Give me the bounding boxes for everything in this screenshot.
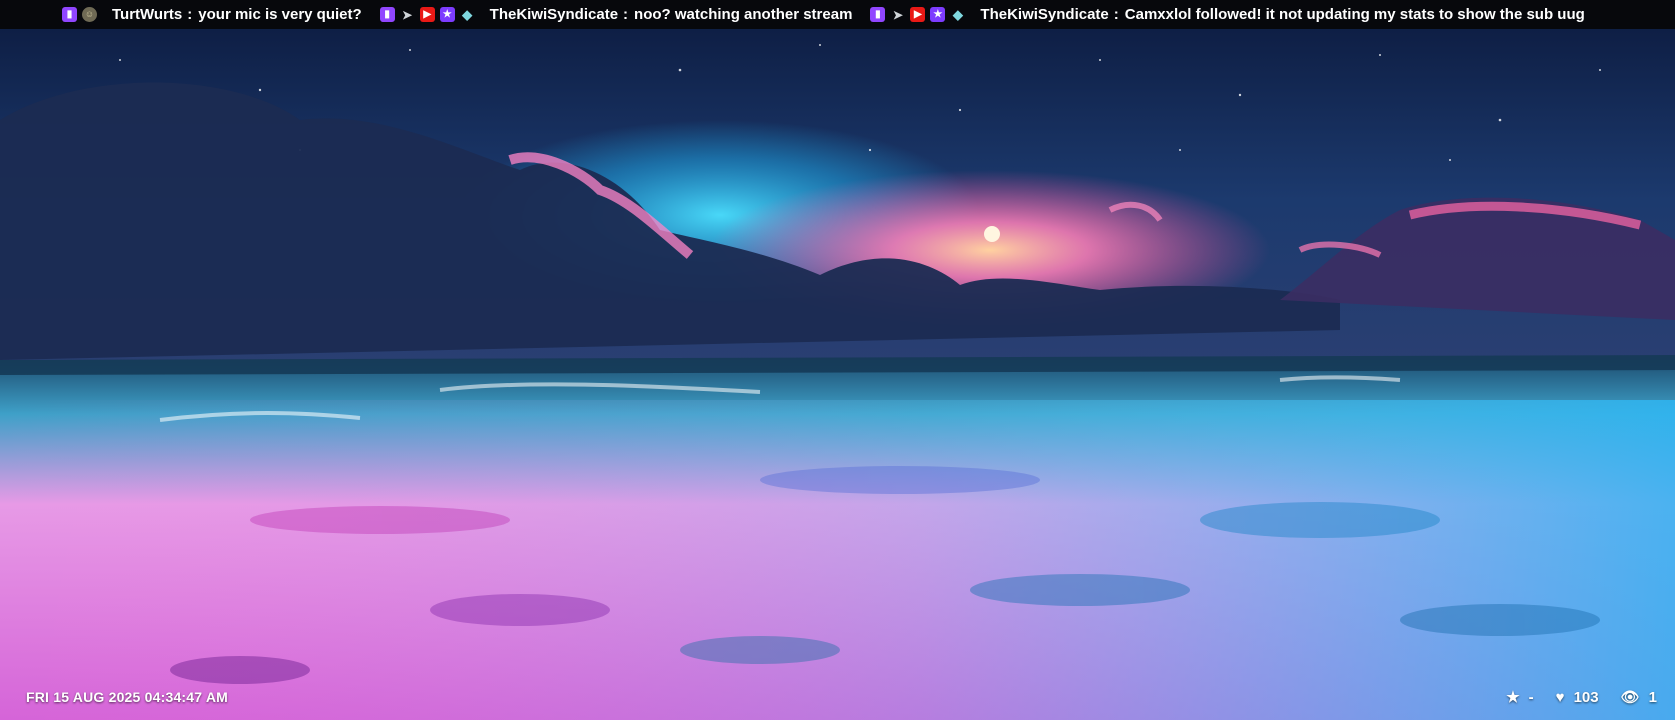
chat-badges: ▮ ➤ ▶ ★ ◆ [870, 7, 970, 22]
star-icon: ★ [1506, 689, 1520, 706]
likes-count: 103 [1573, 688, 1599, 706]
chat-username: TheKiwiSyndicate [980, 6, 1109, 23]
chat-separator: : [623, 6, 629, 23]
video-badge-icon: ▶ [910, 7, 926, 22]
star-badge-icon: ★ [930, 7, 946, 22]
chat-badges: ▮ ➤ ▶ ★ ◆ [379, 7, 480, 22]
chat-text: noo? watching another stream [634, 6, 853, 23]
star-value: - [1528, 688, 1534, 706]
chat-ticker-bar: ▮ ☺ TurtWurts: your mic is very quiet? ▮ ➤ ▶ ★ ◆… [0, 0, 1675, 29]
stream-stats: ★ - ♥ 103 👁 1 [1484, 688, 1657, 707]
video-badge-icon: ▶ [419, 7, 435, 22]
likes-stat: ♥ 103 [1556, 689, 1599, 706]
profile-face-badge-icon: ☺ [82, 7, 97, 22]
chat-text: Camxxlol followed! it not updating my st… [1124, 6, 1585, 23]
chat-separator: : [187, 6, 193, 23]
date-time-display: FRI 15 AUG 2025 04:34:47 AM [26, 689, 229, 705]
diamond-badge-icon: ◆ [952, 7, 963, 22]
chat-text: your mic is very quiet? [198, 6, 362, 23]
star-stat: ★ - [1506, 688, 1534, 707]
star-badge-icon: ★ [439, 7, 455, 22]
eye-icon: 👁 [1620, 689, 1640, 706]
chat-separator: : [1113, 6, 1119, 23]
viewer-count: 1 [1648, 688, 1657, 706]
chat-message: ▮ ☺ TurtWurts: your mic is very quiet? [62, 6, 362, 23]
diamond-badge-icon: ◆ [462, 7, 473, 22]
cursor-badge-icon: ➤ [402, 7, 413, 22]
cursor-badge-icon: ➤ [892, 7, 903, 22]
chat-badges: ▮ ☺ [62, 7, 102, 22]
twitch-badge-icon: ▮ [870, 7, 886, 22]
chat-message: ▮ ➤ ▶ ★ ◆ TheKiwiSyndicate: noo? watching anot… [379, 6, 853, 23]
heart-icon: ♥ [1555, 688, 1565, 706]
chat-message: ▮ ➤ ▶ ★ ◆ TheKiwiSyndicate: Camxxlol followed!… [870, 6, 1585, 23]
twitch-badge-icon: ▮ [379, 7, 395, 22]
ocean-sunset-background [0, 0, 1675, 720]
chat-track: ▮ ☺ TurtWurts: your mic is very quiet? ▮ ➤ ▶ ★ ◆… [0, 6, 1603, 23]
chat-username: TurtWurts [112, 6, 183, 23]
twitch-badge-icon: ▮ [62, 7, 77, 22]
viewers-stat: 👁 1 [1620, 688, 1657, 707]
chat-username: TheKiwiSyndicate [489, 6, 619, 23]
